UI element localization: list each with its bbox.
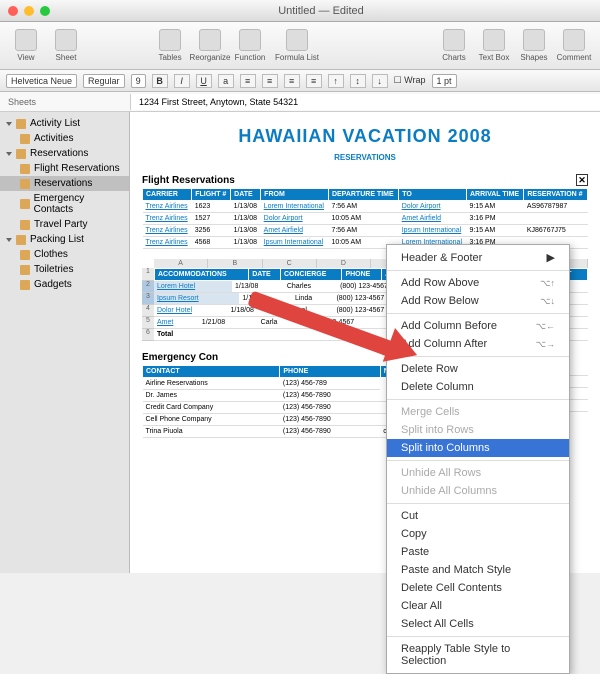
page-title: HAWAIIAN VACATION 2008	[142, 126, 588, 147]
function-button[interactable]: Function	[232, 29, 268, 62]
menu-item[interactable]: Header & Footer▶	[387, 248, 569, 267]
zoom-icon[interactable]	[40, 6, 50, 16]
menu-item[interactable]: Paste	[387, 543, 569, 561]
style-select[interactable]: Regular	[83, 74, 125, 88]
toolbar: View Sheet Tables Reorganize Function Fo…	[0, 22, 600, 70]
menu-item[interactable]: Clear All	[387, 597, 569, 615]
sidebar-item[interactable]: Travel Party	[0, 217, 129, 232]
menu-item[interactable]: Add Column After⌥→	[387, 335, 569, 353]
flights-table[interactable]: CARRIERFLIGHT #DATEFROMDEPARTURE TIMETOA…	[142, 188, 588, 249]
formula-list-button[interactable]: Formula List	[272, 29, 322, 62]
sidebar-item[interactable]: Toiletries	[0, 262, 129, 277]
minimize-icon[interactable]	[24, 6, 34, 16]
table-row[interactable]: Trenz Airlines32561/13/08Amet Airfield7:…	[143, 225, 588, 237]
underline-button[interactable]: U	[196, 74, 212, 88]
menu-item[interactable]: Cut	[387, 507, 569, 525]
context-menu: Header & Footer▶ Add Row Above⌥↑Add Row B…	[386, 244, 570, 674]
sheet-button[interactable]: Sheet	[48, 29, 84, 62]
menu-item[interactable]: Copy	[387, 525, 569, 543]
reference-bar: Sheets 1234 First Street, Anytown, State…	[0, 92, 600, 112]
close-icon[interactable]: ✕	[576, 174, 588, 186]
valign-mid-button[interactable]: ↕	[350, 74, 366, 88]
color-button[interactable]: a	[218, 74, 234, 88]
menu-item[interactable]: Add Row Below⌥↓	[387, 292, 569, 310]
menu-item[interactable]: Add Row Above⌥↑	[387, 274, 569, 292]
stroke-select[interactable]: 1 pt	[432, 74, 457, 88]
menu-item[interactable]: Select All Cells	[387, 615, 569, 633]
italic-button[interactable]: I	[174, 74, 190, 88]
reorganize-button[interactable]: Reorganize	[192, 29, 228, 62]
charts-button[interactable]: Charts	[436, 29, 472, 62]
sidebar-item[interactable]: Clothes	[0, 247, 129, 262]
font-select[interactable]: Helvetica Neue	[6, 74, 77, 88]
format-bar: Helvetica Neue Regular 9 B I U a ≡ ≡ ≡ ≡…	[0, 70, 600, 92]
emergency-heading: Emergency Con	[142, 352, 218, 363]
sidebar-group[interactable]: Reservations	[0, 146, 129, 161]
valign-top-button[interactable]: ↑	[328, 74, 344, 88]
align-justify-button[interactable]: ≡	[306, 74, 322, 88]
sheets-label: Sheets	[0, 97, 130, 107]
cell-reference[interactable]: 1234 First Street, Anytown, State 54321	[130, 94, 600, 110]
close-icon[interactable]	[8, 6, 18, 16]
sidebar-item[interactable]: Activities	[0, 131, 129, 146]
valign-bot-button[interactable]: ↓	[372, 74, 388, 88]
menu-item: Unhide All Rows	[387, 464, 569, 482]
menu-item[interactable]: Add Column Before⌥←	[387, 317, 569, 335]
sidebar-item[interactable]: Flight Reservations	[0, 161, 129, 176]
wrap-checkbox[interactable]: ☐ Wrap	[394, 75, 426, 86]
table-row[interactable]: Trenz Airlines15271/13/08Dolor Airport10…	[143, 213, 588, 225]
table-row[interactable]: Trenz Airlines16231/13/08Lorem Internati…	[143, 201, 588, 213]
titlebar: Untitled — Edited	[0, 0, 600, 22]
menu-item: Unhide All Columns	[387, 482, 569, 500]
sidebar-group[interactable]: Activity List	[0, 116, 129, 131]
window-controls	[8, 6, 50, 16]
page-subtitle: RESERVATIONS	[142, 153, 588, 162]
menu-item[interactable]: Split into Columns	[387, 439, 569, 457]
bold-button[interactable]: B	[152, 74, 168, 88]
menu-item[interactable]: Delete Row	[387, 360, 569, 378]
menu-item[interactable]: Reapply Table Style to Selection	[387, 640, 569, 670]
comment-button[interactable]: Comment	[556, 29, 592, 62]
tables-button[interactable]: Tables	[152, 29, 188, 62]
size-select[interactable]: 9	[131, 74, 146, 88]
sidebar-item[interactable]: Reservations	[0, 176, 129, 191]
menu-item[interactable]: Delete Cell Contents	[387, 579, 569, 597]
flights-heading: Flight Reservations	[142, 175, 235, 186]
sidebar-item[interactable]: Emergency Contacts	[0, 191, 129, 217]
menu-item: Merge Cells	[387, 403, 569, 421]
menu-item: Split into Rows	[387, 421, 569, 439]
shapes-button[interactable]: Shapes	[516, 29, 552, 62]
window-title: Untitled — Edited	[50, 5, 592, 17]
view-button[interactable]: View	[8, 29, 44, 62]
sidebar-item[interactable]: Gadgets	[0, 277, 129, 292]
text-box-button[interactable]: Text Box	[476, 29, 512, 62]
sidebar: Activity ListActivitiesReservationsFligh…	[0, 112, 130, 573]
sidebar-group[interactable]: Packing List	[0, 232, 129, 247]
align-right-button[interactable]: ≡	[284, 74, 300, 88]
menu-item[interactable]: Paste and Match Style	[387, 561, 569, 579]
align-left-button[interactable]: ≡	[240, 74, 256, 88]
align-center-button[interactable]: ≡	[262, 74, 278, 88]
menu-item[interactable]: Delete Column	[387, 378, 569, 396]
